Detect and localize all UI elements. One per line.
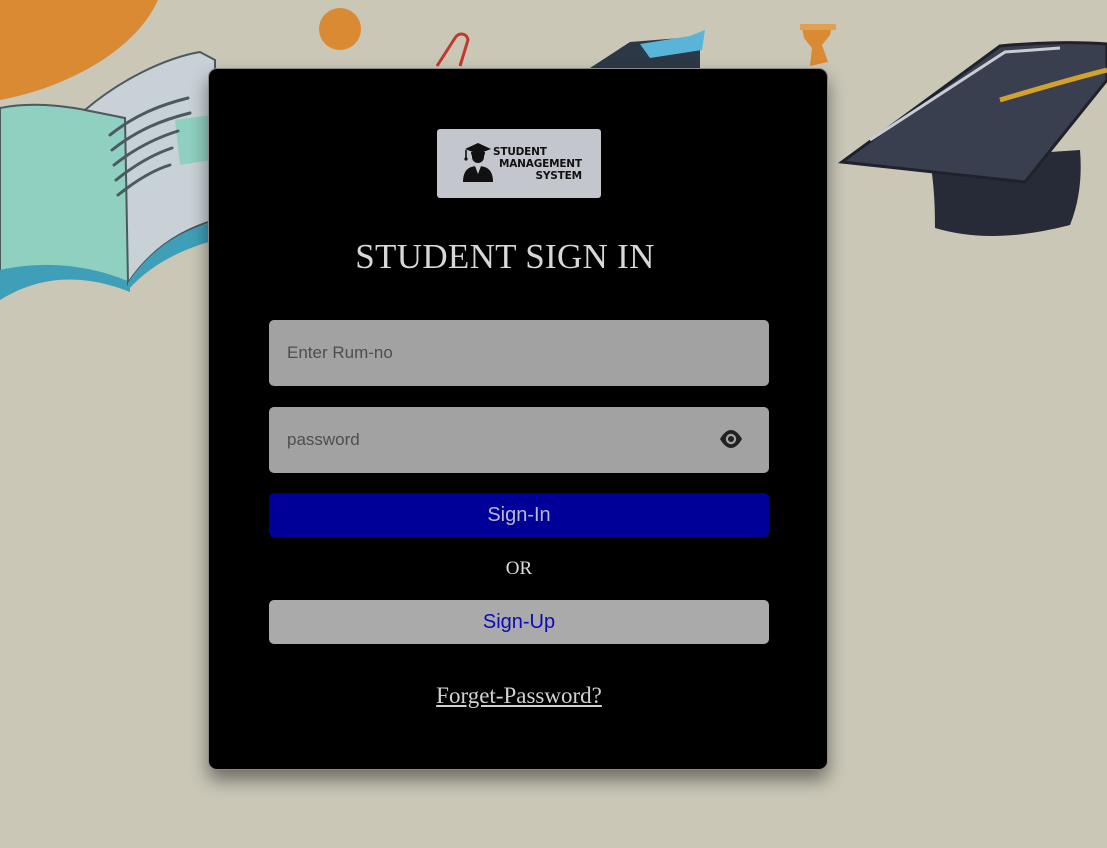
signup-button[interactable]: Sign-Up <box>269 600 769 644</box>
eye-icon[interactable] <box>719 429 743 449</box>
open-book-icon <box>0 50 216 300</box>
hourglass-icon <box>800 24 836 66</box>
logo-line-3: SYSTEM <box>535 170 583 182</box>
forget-password-link[interactable]: Forget-Password? <box>209 683 829 709</box>
page-title: STUDENT SIGN IN <box>355 237 655 276</box>
orange-dot-decoration <box>319 8 361 50</box>
signin-card: STUDENT MANAGEMENT SYSTEM STUDENT SIGN I… <box>208 68 828 770</box>
or-divider: OR <box>505 558 533 579</box>
rum-no-field <box>269 320 769 386</box>
signin-button[interactable]: Sign-In <box>269 493 769 537</box>
paperclip-icon <box>435 32 470 67</box>
logo-text: STUDENT MANAGEMENT SYSTEM <box>493 146 582 182</box>
logo-line-1: STUDENT <box>493 146 547 158</box>
password-input[interactable] <box>269 407 769 473</box>
rum-no-input[interactable] <box>269 320 769 386</box>
orange-blob-decoration <box>0 0 158 100</box>
school-supplies-icon <box>590 30 705 68</box>
app-logo: STUDENT MANAGEMENT SYSTEM <box>437 129 601 198</box>
graduate-icon <box>463 143 493 182</box>
password-field <box>269 407 769 473</box>
logo-line-2: MANAGEMENT <box>499 158 582 170</box>
graduation-cap-icon <box>838 41 1107 236</box>
